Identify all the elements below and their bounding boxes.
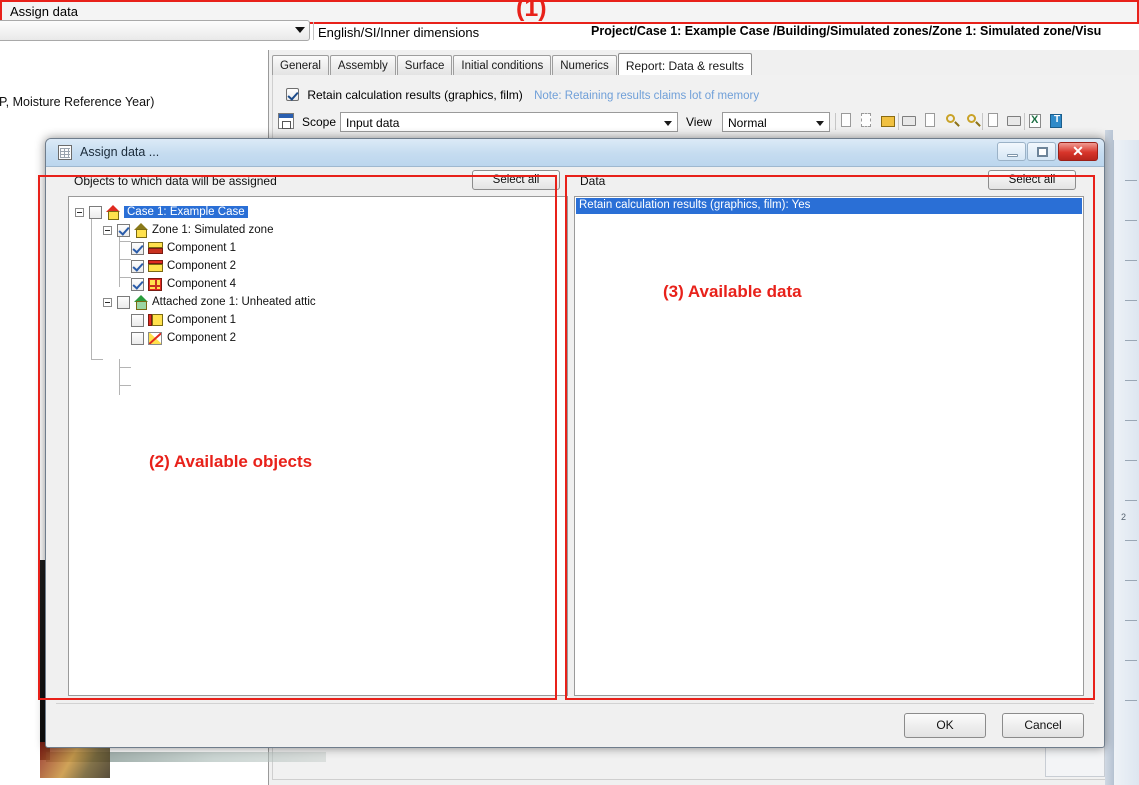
report-toolbar[interactable]: [835, 112, 1069, 133]
ok-button[interactable]: OK: [904, 713, 986, 738]
tab-strip[interactable]: General Assembly Surface Initial conditi…: [272, 53, 753, 75]
grid-document-icon: [58, 145, 72, 160]
chevron-down-icon: [295, 27, 305, 33]
window-image-icon[interactable]: [880, 112, 897, 131]
tab-report-data-results[interactable]: Report: Data & results: [617, 53, 752, 75]
monitor-icon[interactable]: [898, 112, 918, 131]
export-icon[interactable]: [859, 112, 876, 131]
retain-results-checkbox[interactable]: [286, 88, 299, 101]
chevron-down-icon: [816, 121, 824, 126]
print-preview-icon[interactable]: [982, 112, 1002, 131]
tab-initial-conditions[interactable]: Initial conditions: [453, 55, 552, 75]
scope-label: Scope: [302, 115, 337, 129]
scope-combo-value: Input data: [346, 116, 400, 130]
view-label: View: [686, 115, 712, 129]
maximize-button[interactable]: [1027, 142, 1056, 161]
zoom-in-icon[interactable]: [943, 112, 960, 131]
window-icon: [278, 113, 294, 129]
retain-results-label: Retain calculation results (graphics, fi…: [307, 88, 523, 102]
tab-general[interactable]: General: [272, 55, 329, 75]
background-side-text: 3P, Moisture Reference Year): [0, 95, 155, 109]
table-icon[interactable]: [1006, 112, 1023, 131]
close-icon: ✕: [1072, 143, 1084, 159]
view-combo[interactable]: Normal: [722, 112, 830, 132]
text-export-icon[interactable]: [1048, 112, 1065, 131]
footer-divider: [56, 703, 1094, 704]
retain-results-note: Note: Retaining results claims lot of me…: [534, 90, 760, 102]
tab-assembly[interactable]: Assembly: [329, 55, 396, 75]
excel-export-icon[interactable]: [1024, 112, 1044, 131]
units-label: English/SI/Inner dimensions: [318, 25, 480, 40]
zoom-out-icon[interactable]: [964, 112, 981, 131]
ruler-label-2: 2: [1120, 512, 1126, 522]
scope-combo[interactable]: Input data: [340, 112, 678, 132]
breadcrumb: Project/Case 1: Example Case /Building/S…: [591, 24, 1102, 38]
tab-numerics[interactable]: Numerics: [552, 55, 617, 75]
dialog-title: Assign data ...: [80, 145, 160, 159]
background-ruler: 2: [1113, 140, 1139, 785]
view-combo-value: Normal: [728, 116, 767, 130]
minimize-button[interactable]: [997, 142, 1026, 161]
retain-results-row[interactable]: Retain calculation results (graphics, fi…: [286, 88, 759, 104]
cancel-button[interactable]: Cancel: [1002, 713, 1084, 738]
page-white-icon[interactable]: [922, 112, 939, 131]
units-combo[interactable]: [0, 20, 310, 41]
toolbar-separator: [313, 22, 314, 40]
chevron-down-icon: [664, 121, 672, 126]
page-icon[interactable]: [835, 112, 855, 131]
annotation-box-data: [565, 175, 1095, 700]
background-window-edge: [1105, 130, 1113, 785]
dialog-titlebar[interactable]: Assign data ... ✕: [46, 139, 1104, 167]
close-button[interactable]: ✕: [1058, 142, 1098, 161]
callout-1-label: (1): [516, 0, 547, 22]
tab-surface[interactable]: Surface: [396, 55, 453, 75]
annotation-box-objects: [38, 175, 557, 700]
